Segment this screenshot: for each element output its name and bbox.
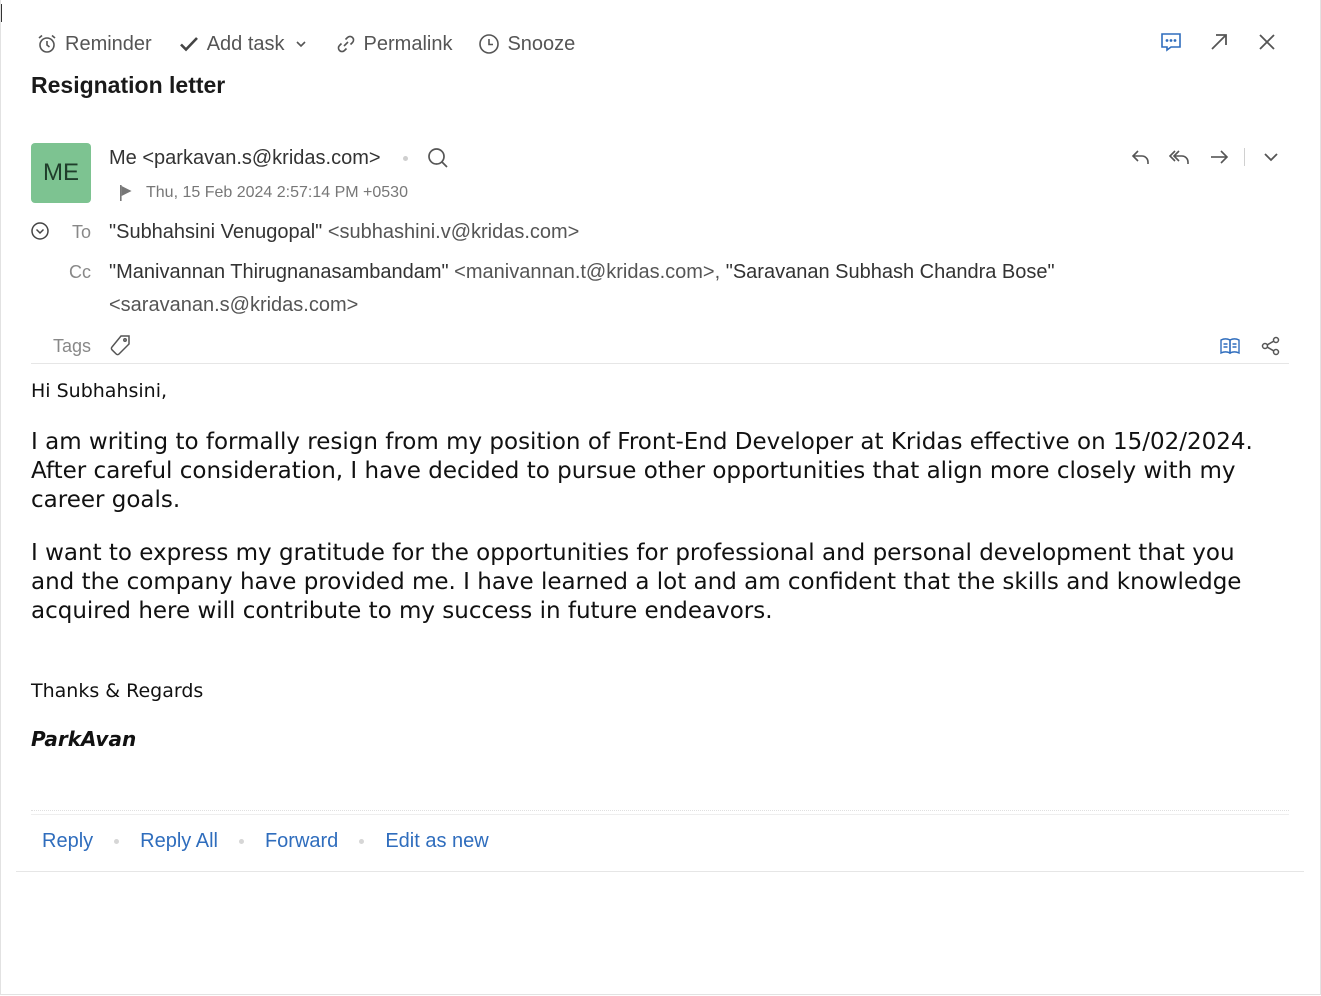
forward-arrow-icon	[1211, 150, 1229, 164]
cc-email-2: <saravanan.s@kridas.com>	[109, 294, 359, 316]
snooze-button[interactable]: Snooze	[478, 33, 575, 56]
close-icon	[1259, 34, 1275, 50]
cc-recipient-1[interactable]: "Manivannan Thirugnanasambandam" <maniva…	[109, 261, 1055, 284]
add-task-label: Add task	[206, 32, 285, 55]
tag-icon	[110, 335, 130, 356]
body-divider	[31, 810, 1289, 811]
reply-all-icon-button[interactable]	[1168, 146, 1192, 168]
chevron-down-circle-icon	[31, 222, 49, 240]
header-right-actions	[1199, 336, 1281, 356]
sender-email[interactable]: <parkavan.s@kridas.com>	[142, 147, 380, 170]
to-label: To	[71, 222, 91, 242]
email-closing: Thanks & Regards	[31, 680, 204, 702]
reply-all-link[interactable]: Reply All	[140, 830, 218, 853]
reminder-label: Reminder	[65, 32, 152, 55]
link-icon	[337, 35, 354, 53]
sender-name[interactable]: Me	[109, 147, 137, 170]
reply-footer: Reply Reply All Forward Edit as new	[42, 830, 489, 853]
email-greeting: Hi Subhahsini,	[31, 380, 168, 402]
book-icon	[1220, 338, 1240, 355]
footer-divider	[16, 871, 1304, 872]
cc-label: Cc	[69, 262, 91, 282]
to-recipient[interactable]: "Subhahsini Venugopal" <subhashini.v@kri…	[109, 221, 579, 244]
to-name: "Subhahsini Venugopal"	[109, 221, 323, 243]
share-button[interactable]	[1261, 336, 1281, 356]
email-signature: ParkAvan	[31, 727, 137, 751]
message-date: Thu, 15 Feb 2024 2:57:14 PM +0530	[146, 184, 408, 201]
expand-recipients-button[interactable]	[30, 221, 50, 241]
add-task-dropdown[interactable]	[293, 36, 309, 52]
date-line: Thu, 15 Feb 2024 2:57:14 PM +0530	[118, 184, 408, 202]
add-tag-button[interactable]	[108, 334, 132, 358]
reply-all-icon	[1168, 150, 1189, 164]
checkmark-icon	[179, 37, 198, 52]
clock-icon	[479, 34, 500, 54]
permalink-button[interactable]: Permalink	[335, 32, 453, 56]
close-button[interactable]	[1255, 30, 1279, 54]
edit-as-new-link[interactable]: Edit as new	[385, 830, 488, 853]
cc-name-2: "Saravanan Subhash Chandra Bose"	[725, 261, 1055, 283]
alarm-clock-icon	[38, 34, 56, 53]
message-toolbar: Reminder Add task Permalink Snooze	[36, 28, 601, 60]
text-caret	[1, 4, 2, 22]
actions-divider	[1244, 148, 1245, 166]
reminder-button[interactable]: Reminder	[36, 33, 152, 56]
cc-email-1: <manivannan.t@kridas.com>,	[454, 261, 721, 283]
cc-name-1: "Manivannan Thirugnanasambandam"	[109, 261, 449, 283]
separator-dot	[114, 839, 120, 844]
separator-dot	[402, 155, 408, 161]
chat-icon	[1161, 33, 1181, 52]
snooze-label: Snooze	[507, 32, 576, 55]
separator-dot	[359, 839, 365, 844]
permalink-label: Permalink	[363, 32, 453, 55]
body-divider-2	[31, 814, 1289, 815]
reply-icon	[1131, 150, 1149, 164]
forward-link[interactable]: Forward	[265, 830, 338, 853]
email-paragraph-2: I want to express my gratitude for the o…	[31, 540, 1242, 624]
email-paragraph-1: I am writing to formally resign from my …	[31, 429, 1253, 513]
add-task-button[interactable]: Add task	[178, 33, 285, 56]
tags-label: Tags	[52, 336, 91, 356]
flag-icon[interactable]	[118, 184, 134, 202]
separator-dot	[238, 839, 244, 844]
window-controls	[1135, 30, 1279, 54]
reply-link[interactable]: Reply	[42, 830, 93, 853]
pop-out-button[interactable]	[1207, 30, 1231, 54]
pop-out-icon	[1211, 34, 1227, 50]
reading-mode-button[interactable]	[1219, 336, 1241, 356]
header-divider	[31, 363, 1289, 364]
search-icon[interactable]	[426, 146, 450, 170]
avatar[interactable]: ME	[31, 143, 91, 203]
chat-button[interactable]	[1159, 30, 1183, 54]
email-subject: Resignation letter	[31, 72, 226, 98]
sender-line: Me <parkavan.s@kridas.com>	[109, 146, 450, 170]
chevron-down-icon	[1264, 153, 1278, 162]
more-actions-button[interactable]	[1261, 147, 1281, 167]
chevron-down-icon	[295, 41, 306, 48]
reply-icon-button[interactable]	[1130, 146, 1152, 168]
message-actions	[1114, 146, 1281, 168]
cc-recipient-2[interactable]: <saravanan.s@kridas.com>	[109, 294, 358, 317]
forward-icon-button[interactable]	[1208, 146, 1230, 168]
share-icon	[1261, 336, 1280, 356]
to-email: <subhashini.v@kridas.com>	[327, 221, 580, 243]
